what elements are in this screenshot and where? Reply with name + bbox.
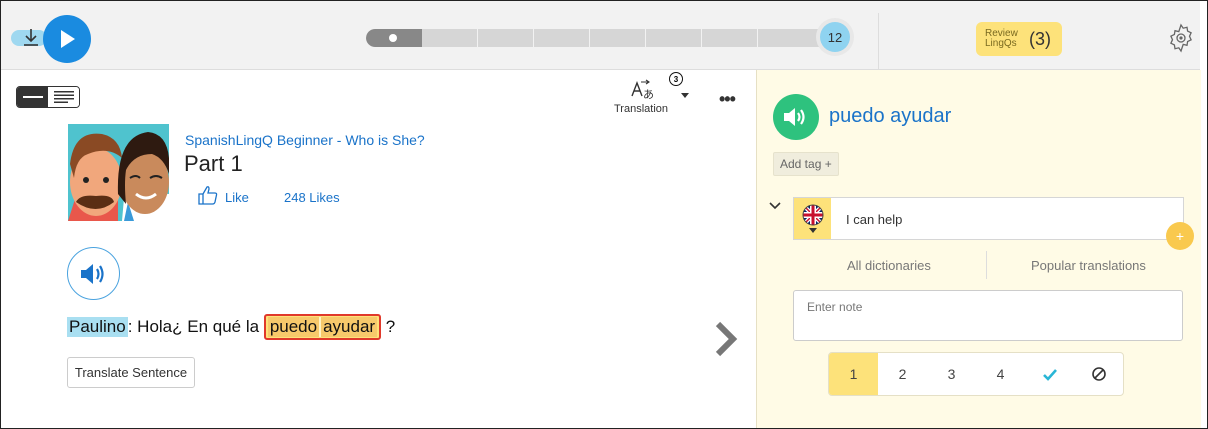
uk-flag-icon — [802, 204, 823, 226]
review-label: Review LingQs — [985, 28, 1018, 49]
play-icon — [61, 30, 75, 48]
view-toggle[interactable] — [16, 86, 80, 108]
chevron-right-icon[interactable] — [713, 321, 739, 357]
sentence-words[interactable]: Hola¿ En qué la — [132, 317, 263, 337]
language-selector[interactable] — [794, 198, 831, 239]
translation-button[interactable]: あ 3 Translation — [609, 72, 689, 117]
gear-icon[interactable] — [1166, 23, 1196, 53]
chevron-down-icon — [681, 93, 689, 98]
player-bar: 12 Review LingQs (3) — [1, 1, 1200, 70]
divider — [986, 251, 987, 279]
review-count: (3) — [1029, 28, 1051, 49]
download-icon[interactable] — [21, 26, 41, 50]
translate-sentence-button[interactable]: Translate Sentence — [67, 357, 195, 388]
sentence-view-icon[interactable] — [17, 87, 48, 107]
chevron-down-icon — [808, 228, 817, 233]
term-audio-button[interactable] — [773, 94, 819, 140]
known-button[interactable] — [1025, 353, 1074, 395]
app-frame: 12 Review LingQs (3) あ 3 Translation •••… — [0, 0, 1208, 429]
hint-field[interactable]: I can help — [793, 197, 1184, 240]
add-hint-button[interactable]: + — [1166, 222, 1194, 250]
phrase-word-1[interactable]: puedo — [267, 317, 320, 337]
play-button[interactable] — [43, 15, 91, 63]
status-3-button[interactable]: 3 — [927, 353, 976, 395]
speaker-icon — [784, 108, 805, 126]
course-link[interactable]: SpanishLingQ Beginner - Who is She? — [185, 132, 425, 148]
review-lingqs-button[interactable]: Review LingQs (3) — [976, 22, 1062, 56]
tab-popular-translations[interactable]: Popular translations — [1031, 258, 1146, 273]
sentence-audio-button[interactable] — [67, 247, 120, 300]
page-badge[interactable]: 12 — [816, 18, 854, 56]
status-selector: 1 2 3 4 — [828, 352, 1124, 396]
thumbs-up-icon[interactable] — [197, 184, 219, 206]
chevron-down-icon[interactable] — [768, 201, 782, 211]
status-1-button[interactable]: 1 — [829, 353, 878, 395]
tab-all-dictionaries[interactable]: All dictionaries — [847, 258, 931, 273]
note-field[interactable]: Enter note — [793, 290, 1183, 341]
translation-icon: あ — [631, 79, 654, 101]
selected-phrase[interactable]: puedo ayudar — [263, 314, 382, 340]
like-button[interactable]: Like — [225, 190, 249, 205]
status-2-button[interactable]: 2 — [878, 353, 927, 395]
lingq-panel: puedo ayudar Add tag + I can help + All … — [756, 70, 1201, 428]
speaker-icon — [80, 263, 104, 284]
check-icon — [1042, 369, 1057, 381]
term-title: puedo ayudar — [829, 105, 952, 127]
sentence-end: ? — [381, 317, 396, 336]
page-number: 12 — [820, 22, 850, 52]
hint-text[interactable]: I can help — [846, 212, 902, 227]
svg-text:あ: あ — [643, 88, 654, 101]
likes-count[interactable]: 248 Likes — [284, 190, 340, 205]
translation-count-badge: 3 — [669, 72, 683, 86]
page-view-icon[interactable] — [48, 87, 79, 107]
audio-progress-bar[interactable] — [366, 29, 836, 47]
add-tag-button[interactable]: Add tag + — [773, 152, 839, 176]
progress-knob[interactable] — [389, 34, 397, 42]
lesson-thumbnail[interactable] — [68, 124, 169, 221]
phrase-word-2[interactable]: ayudar — [319, 317, 378, 337]
lesson-title: Part 1 — [184, 151, 243, 176]
ignore-button[interactable] — [1074, 353, 1123, 395]
status-4-button[interactable]: 4 — [976, 353, 1025, 395]
word-speaker[interactable]: Paulino — [67, 317, 128, 337]
divider — [878, 13, 879, 69]
more-options-button[interactable]: ••• — [719, 89, 736, 110]
ignore-icon — [1091, 367, 1106, 381]
sentence-text: Paulino : Hola¿ En qué la puedo ayudar ? — [67, 314, 395, 340]
translation-label: Translation — [614, 103, 669, 115]
